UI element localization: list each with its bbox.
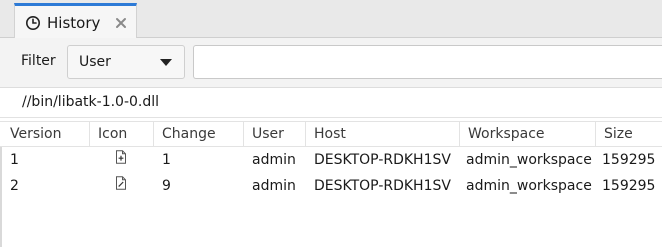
cell-user: admin <box>252 178 296 194</box>
filter-input[interactable] <box>193 45 662 79</box>
cell-icon <box>90 147 154 173</box>
cell-change: 9 <box>162 178 171 194</box>
file-added-icon <box>115 147 127 173</box>
column-header-user[interactable]: User <box>244 122 306 147</box>
file-edit-icon <box>115 173 127 199</box>
close-icon[interactable] <box>114 16 128 30</box>
tab-strip: History <box>0 0 662 39</box>
column-header-size[interactable]: Size <box>596 122 662 147</box>
table-row[interactable]: 1 1 admin DESKTOP-RDKH1SV admin_workspac… <box>0 147 662 173</box>
filter-label: Filter <box>21 53 56 69</box>
column-header-host[interactable]: Host <box>306 122 460 147</box>
tab-history[interactable]: History <box>14 3 137 39</box>
history-panel: History Filter User //bin/libatk-1.0-0.d… <box>0 0 662 247</box>
column-header-icon[interactable]: Icon <box>90 122 154 147</box>
cell-size: 159295 <box>602 152 656 168</box>
column-header-workspace[interactable]: Workspace <box>460 122 596 147</box>
cell-host: DESKTOP-RDKH1SV <box>314 178 451 194</box>
cell-version: 2 <box>10 178 19 194</box>
cell-version: 1 <box>10 152 19 168</box>
column-header-version[interactable]: Version <box>2 122 90 147</box>
file-path: //bin/libatk-1.0-0.dll <box>22 94 160 110</box>
cell-workspace: admin_workspace <box>466 152 592 168</box>
file-path-bar: //bin/libatk-1.0-0.dll <box>0 88 662 118</box>
cell-icon <box>90 173 154 199</box>
filter-type-value: User <box>79 54 111 70</box>
table-row[interactable]: 2 9 admin DESKTOP-RDKH1SV admin_workspac… <box>0 173 662 199</box>
cell-user: admin <box>252 152 296 168</box>
filter-type-select[interactable]: User <box>67 45 185 79</box>
cell-workspace: admin_workspace <box>466 178 592 194</box>
cell-host: DESKTOP-RDKH1SV <box>314 152 451 168</box>
history-table: Version Icon Change User Host Workspace … <box>0 121 662 247</box>
cell-size: 159295 <box>602 178 656 194</box>
table-header: Version Icon Change User Host Workspace … <box>0 121 662 147</box>
chevron-down-icon <box>160 59 172 66</box>
history-icon <box>25 15 41 31</box>
filter-bar: Filter User <box>0 38 662 88</box>
column-header-change[interactable]: Change <box>154 122 244 147</box>
tab-history-label: History <box>47 13 101 32</box>
cell-change: 1 <box>162 152 171 168</box>
